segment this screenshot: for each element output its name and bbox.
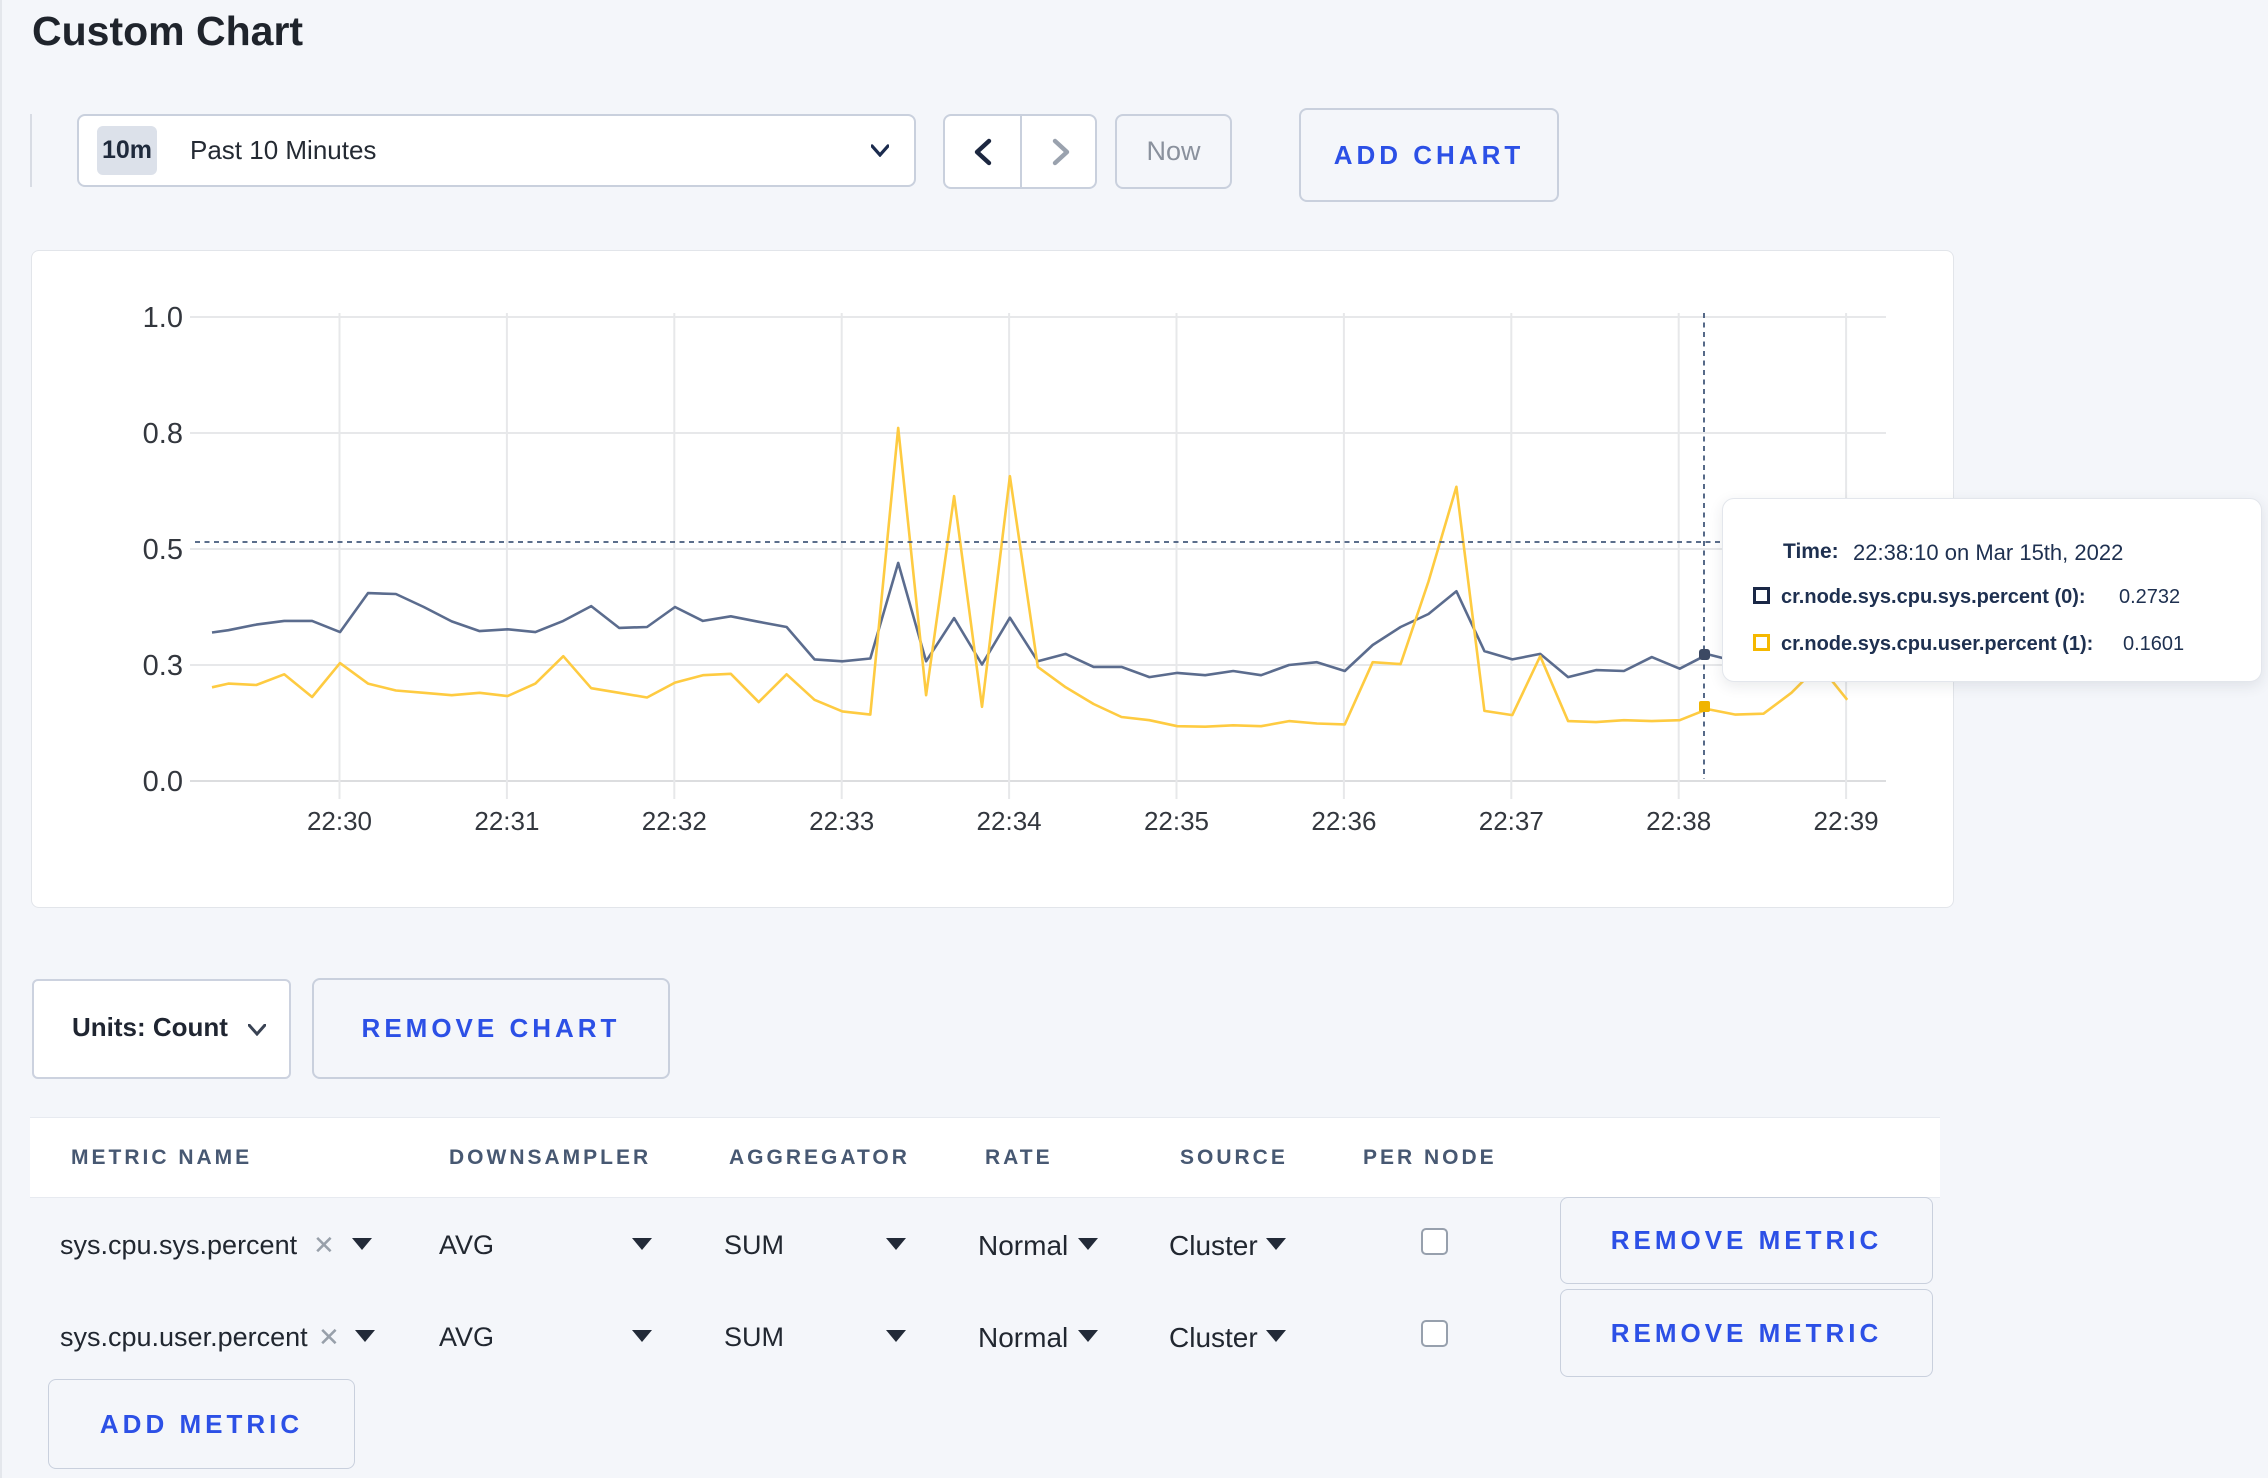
svg-text:22:31: 22:31 (474, 806, 539, 836)
svg-text:0.0: 0.0 (143, 766, 183, 798)
svg-text:22:38: 22:38 (1646, 806, 1711, 836)
svg-text:22:33: 22:33 (809, 806, 874, 836)
svg-text:22:39: 22:39 (1814, 806, 1879, 836)
svg-text:22:35: 22:35 (1144, 806, 1209, 836)
svg-text:0.8: 0.8 (143, 418, 183, 450)
svg-text:22:34: 22:34 (977, 806, 1042, 836)
svg-text:0.5: 0.5 (143, 534, 183, 566)
svg-text:0.3: 0.3 (143, 650, 183, 682)
svg-text:22:36: 22:36 (1311, 806, 1376, 836)
svg-text:22:30: 22:30 (307, 806, 372, 836)
svg-text:1.0: 1.0 (143, 302, 183, 334)
svg-text:22:37: 22:37 (1479, 806, 1544, 836)
svg-text:22:32: 22:32 (642, 806, 707, 836)
